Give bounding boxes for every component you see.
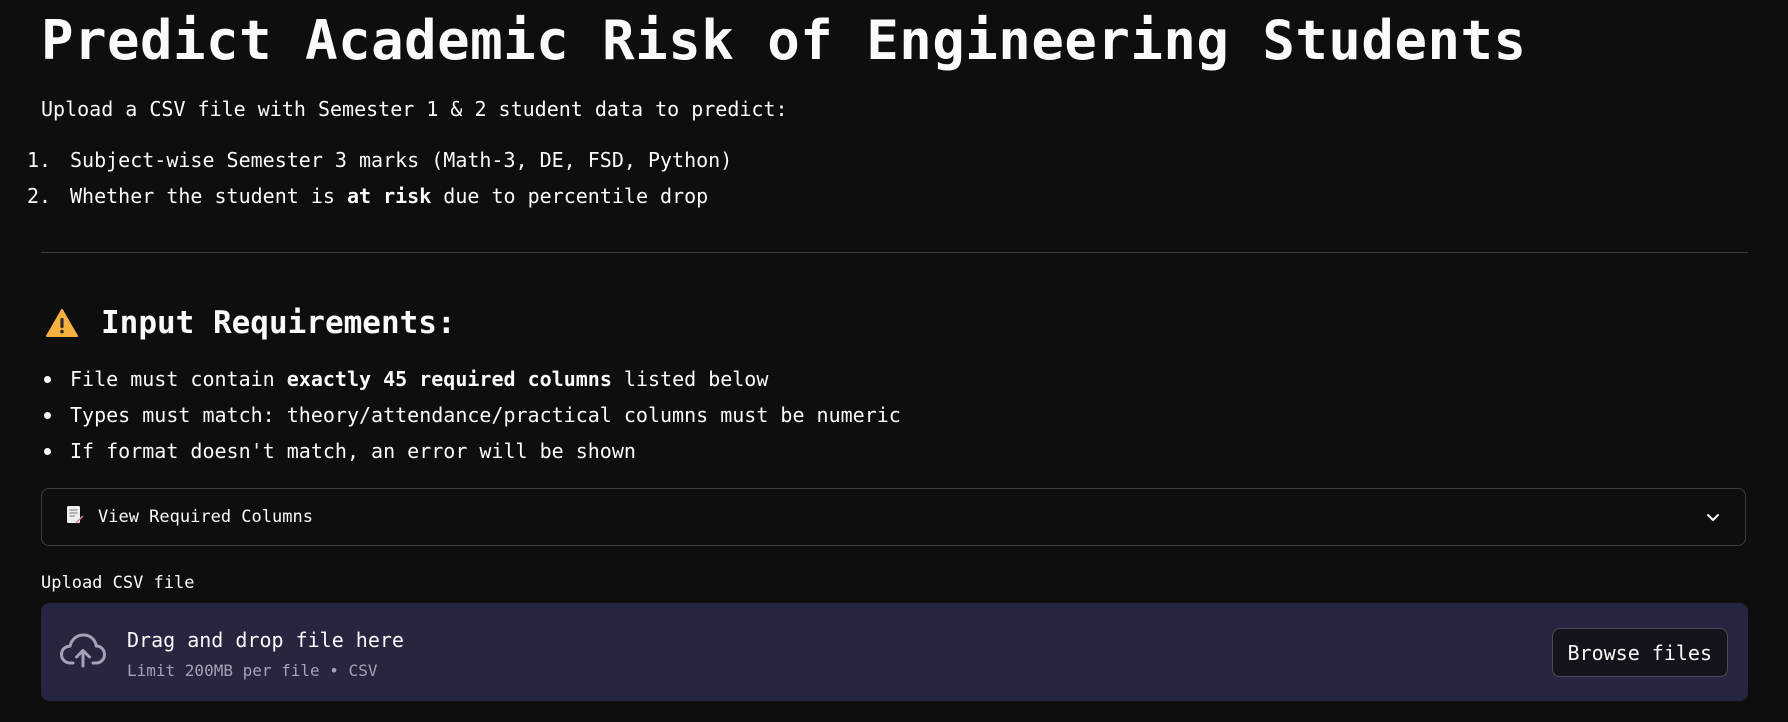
- bullet-dot: [44, 448, 51, 455]
- list-item-text: Whether the student is at risk due to pe…: [70, 183, 708, 209]
- chevron-down-icon[interactable]: [1705, 509, 1721, 525]
- browse-files-button[interactable]: Browse files: [1551, 628, 1728, 677]
- intro-text: Upload a CSV file with Semester 1 & 2 st…: [41, 97, 788, 121]
- cloud-upload-icon: [59, 631, 107, 671]
- requirements-heading: Input Requirements:: [101, 305, 456, 341]
- text-segment: Whether the student is: [70, 184, 347, 208]
- bullet-dot: [44, 412, 51, 419]
- upload-label: Upload CSV file: [41, 573, 195, 593]
- page-title: Predict Academic Risk of Engineering Stu…: [41, 9, 1527, 72]
- text-segment: due to percentile drop: [431, 184, 709, 208]
- dropzone-instruction: Drag and drop file here: [127, 628, 404, 652]
- app-page: Predict Academic Risk of Engineering Stu…: [0, 0, 1788, 722]
- dropzone-limit-text: Limit 200MB per file • CSV: [127, 661, 378, 680]
- list-number: 2.: [27, 184, 52, 208]
- text-segment: listed below: [611, 367, 769, 391]
- list-item-text: If format doesn't match, an error will b…: [70, 439, 636, 463]
- requirements-header: Input Requirements:: [45, 300, 456, 346]
- bullet-dot: [44, 376, 51, 383]
- list-item-text: File must contain exactly 45 required co…: [70, 366, 768, 392]
- bold-text: exactly 45 required columns: [286, 367, 612, 391]
- expander-label: View Required Columns: [98, 507, 313, 527]
- text-segment: File must contain: [70, 367, 287, 391]
- bold-text: at risk: [346, 184, 432, 208]
- memo-icon: [42, 505, 84, 529]
- section-divider: [41, 252, 1748, 253]
- list-number: 1.: [27, 148, 52, 172]
- file-dropzone[interactable]: Drag and drop file here Limit 200MB per …: [41, 603, 1748, 701]
- warning-icon: [45, 308, 79, 338]
- list-item-text: Types must match: theory/attendance/prac…: [70, 403, 901, 427]
- list-item-text: Subject-wise Semester 3 marks (Math-3, D…: [70, 148, 733, 172]
- view-required-columns-expander[interactable]: View Required Columns: [41, 488, 1746, 546]
